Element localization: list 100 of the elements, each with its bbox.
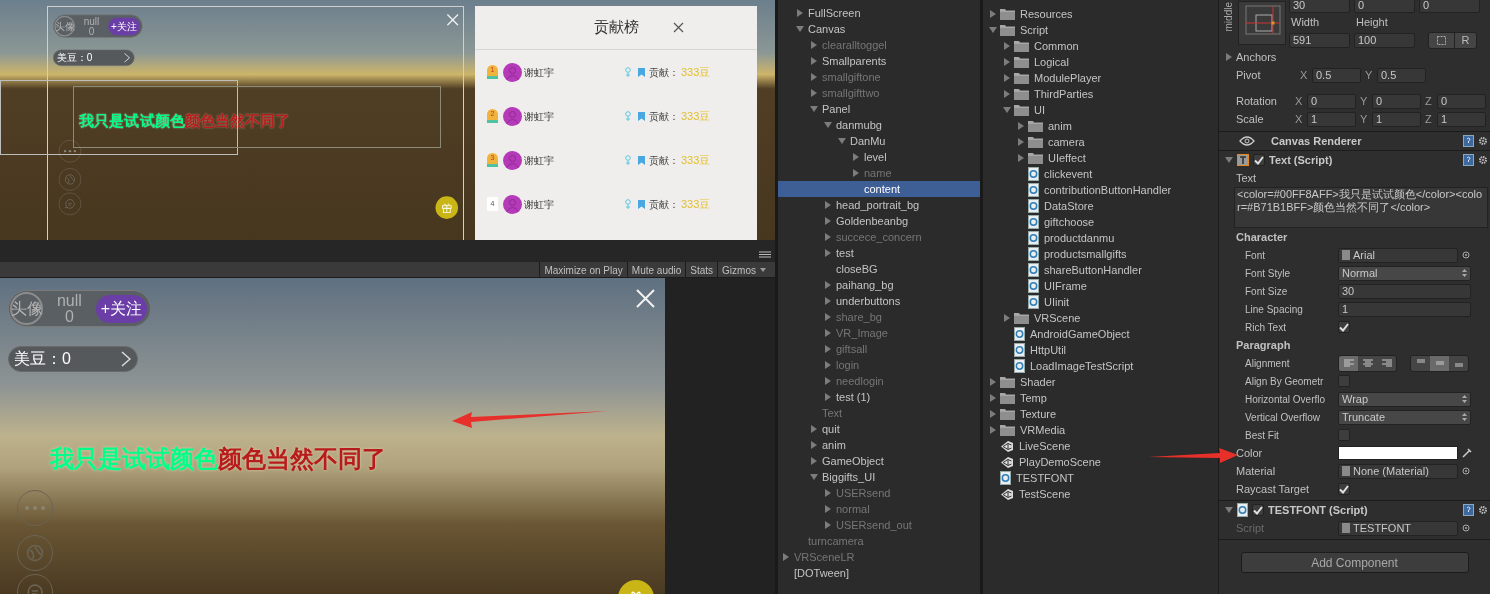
project-item[interactable]: clickevent: [983, 166, 1093, 182]
project-item[interactable]: camera: [983, 134, 1085, 150]
dropdown[interactable]: Normal: [1338, 265, 1471, 281]
hierarchy-item[interactable]: test: [778, 245, 980, 261]
expand-arrow-icon[interactable]: [824, 297, 832, 305]
blueprint-button[interactable]: [1429, 32, 1454, 48]
settings-icon[interactable]: [1478, 505, 1488, 515]
expand-arrow-icon[interactable]: [810, 73, 818, 81]
hierarchy-item[interactable]: head_portrait_bg: [778, 197, 980, 213]
help-icon[interactable]: [1463, 504, 1474, 516]
expand-arrow-icon[interactable]: [824, 121, 832, 129]
expand-arrow-icon[interactable]: [796, 25, 804, 33]
expand-arrow-icon[interactable]: [989, 410, 997, 418]
object-picker-icon[interactable]: [1462, 524, 1470, 532]
project-item[interactable]: TESTFONT: [983, 470, 1075, 486]
expand-arrow-icon[interactable]: [810, 105, 818, 113]
input-field[interactable]: 100: [1354, 32, 1415, 48]
expand-arrow-icon[interactable]: [810, 425, 818, 433]
project-item[interactable]: giftchoose: [983, 214, 1095, 230]
input-field[interactable]: 0.5: [1377, 67, 1426, 83]
project-item[interactable]: ModulePlayer: [983, 70, 1102, 86]
project-item[interactable]: UIFrame: [983, 278, 1087, 294]
project-item[interactable]: Shader: [983, 374, 1056, 390]
expand-arrow-icon[interactable]: [824, 233, 832, 241]
expand-arrow-icon[interactable]: [852, 169, 860, 177]
alignment-button[interactable]: [1339, 355, 1358, 371]
anchor-preset-icon[interactable]: [1238, 1, 1286, 45]
object-field[interactable]: None (Material): [1338, 463, 1458, 479]
expand-arrow-icon[interactable]: [1225, 506, 1233, 514]
input-field[interactable]: 591: [1289, 32, 1350, 48]
input-field[interactable]: 1: [1307, 111, 1356, 127]
follow-button[interactable]: +关注: [95, 294, 147, 323]
project-item[interactable]: LoadImageTestScript: [983, 358, 1134, 374]
help-icon[interactable]: [1463, 135, 1474, 147]
input-field[interactable]: 0: [1372, 93, 1421, 109]
hierarchy-item[interactable]: content: [778, 181, 980, 197]
component-header[interactable]: Text (Script): [1219, 151, 1490, 169]
alignment-toggle-group[interactable]: [1410, 354, 1469, 372]
hierarchy-item[interactable]: level: [778, 149, 980, 165]
input-field[interactable]: 1: [1338, 301, 1471, 317]
project-item[interactable]: VRScene: [983, 310, 1081, 326]
expand-arrow-icon[interactable]: [1017, 138, 1025, 146]
expand-arrow-icon[interactable]: [1003, 58, 1011, 66]
alignment-button[interactable]: [1449, 355, 1468, 371]
expand-arrow-icon[interactable]: [824, 505, 832, 513]
hierarchy-item[interactable]: underbuttons: [778, 293, 980, 309]
expand-arrow-icon[interactable]: [824, 249, 832, 257]
expand-arrow-icon[interactable]: [824, 361, 832, 369]
enable-checkbox[interactable]: [1253, 154, 1265, 166]
toolbar-button[interactable]: Stats: [685, 262, 718, 278]
hierarchy-item[interactable]: Biggifts_UI: [778, 469, 980, 485]
input-field[interactable]: 1: [1372, 111, 1421, 127]
menu-icon[interactable]: [759, 251, 771, 258]
text-area[interactable]: <color=#00FF8AFF>我只是试试颜色</color><color=#B71B1BFF>颜色当然不同了</color>: [1234, 187, 1488, 228]
input-field[interactable]: 0: [1354, 0, 1415, 13]
expand-arrow-icon[interactable]: [824, 313, 832, 321]
project-item[interactable]: contributionButtonHandler: [983, 182, 1172, 198]
follow-button[interactable]: +关注: [108, 17, 141, 35]
project-item[interactable]: LiveScene: [983, 438, 1071, 454]
expand-arrow-icon[interactable]: [810, 57, 818, 65]
expand-arrow-icon[interactable]: [810, 89, 818, 97]
expand-arrow-icon[interactable]: [824, 393, 832, 401]
input-field[interactable]: 0.5: [1312, 67, 1361, 83]
hierarchy-item[interactable]: [DOTween]: [778, 565, 980, 581]
alignment-button[interactable]: [1358, 355, 1377, 371]
expand-arrow-icon[interactable]: [989, 26, 997, 34]
hierarchy-item[interactable]: paihang_bg: [778, 277, 980, 293]
expand-arrow-icon[interactable]: [989, 426, 997, 434]
project-item[interactable]: productsmallgifts: [983, 246, 1127, 262]
raw-edit-button[interactable]: R: [1454, 32, 1476, 48]
expand-arrow-icon[interactable]: [1225, 53, 1233, 61]
project-item[interactable]: PlayDemoScene: [983, 454, 1101, 470]
alignment-button[interactable]: [1430, 355, 1449, 371]
expand-arrow-icon[interactable]: [810, 441, 818, 449]
input-field[interactable]: 0: [1307, 93, 1356, 109]
expand-arrow-icon[interactable]: [796, 9, 804, 17]
checkbox[interactable]: [1338, 375, 1350, 387]
hierarchy-item[interactable]: Panel: [778, 101, 980, 117]
close-icon[interactable]: [673, 22, 684, 33]
checkbox[interactable]: [1338, 321, 1350, 333]
expand-arrow-icon[interactable]: [1225, 156, 1233, 164]
hierarchy-item[interactable]: danmubg: [778, 117, 980, 133]
project-item[interactable]: DataStore: [983, 198, 1094, 214]
expand-arrow-icon[interactable]: [1003, 314, 1011, 322]
dropdown[interactable]: Truncate: [1338, 409, 1471, 425]
expand-arrow-icon[interactable]: [824, 281, 832, 289]
project-item[interactable]: Temp: [983, 390, 1047, 406]
gift-button[interactable]: [435, 196, 459, 219]
expand-arrow-icon[interactable]: [1003, 90, 1011, 98]
expand-arrow-icon[interactable]: [1017, 122, 1025, 130]
eyedropper-icon[interactable]: [1462, 448, 1472, 458]
expand-arrow-icon[interactable]: [824, 489, 832, 497]
project-item[interactable]: Common: [983, 38, 1079, 54]
project-item[interactable]: VRMedia: [983, 422, 1066, 438]
hierarchy-item[interactable]: quit: [778, 421, 980, 437]
input-field[interactable]: 30: [1289, 0, 1350, 13]
hierarchy-item[interactable]: GameObject: [778, 453, 980, 469]
hierarchy-item[interactable]: FullScreen: [778, 5, 980, 21]
hierarchy-item[interactable]: Smallparents: [778, 53, 980, 69]
expand-arrow-icon[interactable]: [1003, 106, 1011, 114]
